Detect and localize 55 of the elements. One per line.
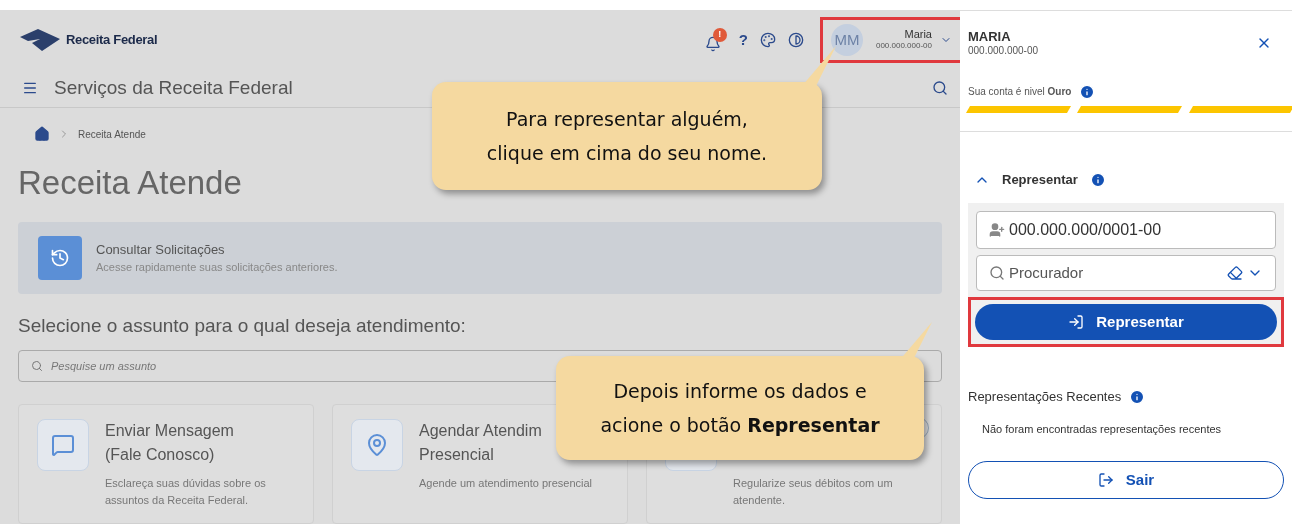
recent-heading: Representações Recentes [968, 388, 1122, 407]
user-name: Maria [904, 29, 932, 41]
breadcrumb-link[interactable]: Receita Atende [78, 126, 146, 142]
subject-search-input[interactable]: Pesquise um assunto [51, 357, 929, 375]
info-icon[interactable] [1129, 389, 1146, 405]
contrast-icon[interactable] [788, 31, 804, 48]
service-description: Agende um atendimento presencial [419, 476, 593, 491]
logo-text: Receita Federal [66, 31, 158, 49]
procurador-field[interactable]: Procurador [976, 255, 1276, 292]
procurador-input[interactable]: Procurador [1009, 262, 1223, 285]
service-title: Enviar Mensagem [105, 421, 235, 441]
card-subtitle: Acesse rapidamente suas solicitações anteriores. [96, 260, 338, 275]
represent-toggle[interactable]: Representar [974, 169, 1284, 190]
speech-bubble-icon [51, 433, 75, 457]
login-icon [1068, 314, 1085, 331]
home-icon[interactable] [34, 126, 50, 142]
info-icon[interactable] [1089, 171, 1106, 188]
quick-access-card[interactable]: Consultar Solicitações Acesse rapidamente suas solicitações anteriores. [18, 221, 942, 294]
service-description: Regularize seus débitos com um atendente. [733, 476, 894, 508]
section-heading: Selecione o assunto para o qual deseja atendimento: [18, 313, 467, 338]
represent-button[interactable]: Representar [975, 304, 1277, 341]
callout-text: Depois informe os dados e [613, 379, 867, 404]
eraser-icon[interactable] [1227, 265, 1243, 282]
cnpj-field[interactable]: 000.000.000/0001-00 [976, 211, 1276, 250]
help-button[interactable]: ? [738, 28, 748, 51]
service-title: Agendar Atendim [419, 421, 543, 441]
map-pin-icon [365, 433, 389, 457]
service-title: (Fale Conosco) [105, 445, 216, 465]
notification-button[interactable]: ! [704, 27, 727, 52]
service-description: Esclareça suas dúvidas sobre os assuntos da Receita Federal. [105, 476, 267, 508]
panel-user-name: MARIA [968, 29, 1012, 46]
recent-empty-text: Não foram encontradas representações recentes [982, 421, 1223, 437]
info-icon[interactable] [1079, 83, 1096, 100]
cnpj-input[interactable]: 000.000.000/0001-00 [1009, 218, 1263, 243]
service-title: Presencial [419, 445, 495, 465]
search-icon [31, 360, 43, 372]
callout-text: Para representar alguém, [506, 107, 748, 132]
card-title: Consultar Solicitações [96, 240, 226, 259]
service-card[interactable]: Enviar Mensagem (Fale Conosco) Esclareça suas dúvidas sobre os assuntos da Receita Federal. [18, 404, 314, 524]
search-icon[interactable] [932, 80, 948, 97]
account-level-text: Sua conta é nivel Ouro [968, 85, 1072, 100]
palette-icon[interactable] [760, 31, 776, 48]
site-title: Serviços da Receita Federal [54, 76, 293, 100]
logo-icon [18, 26, 62, 53]
callout-text: clique em cima do seu nome. [486, 141, 768, 166]
page-title: Receita Atende [18, 163, 243, 203]
user-avatar: MM [831, 23, 863, 56]
notification-badge: ! [712, 27, 727, 42]
history-icon [38, 235, 82, 280]
logout-icon [1097, 472, 1114, 489]
user-cpf: 000.000.000-00 [875, 42, 932, 51]
search-icon [989, 265, 1005, 282]
user-menu-button[interactable]: MM Maria 000.000.000-00 [820, 16, 960, 63]
panel-user-cpf: 000.000.000-00 [968, 45, 1039, 58]
add-user-icon [989, 222, 1005, 239]
